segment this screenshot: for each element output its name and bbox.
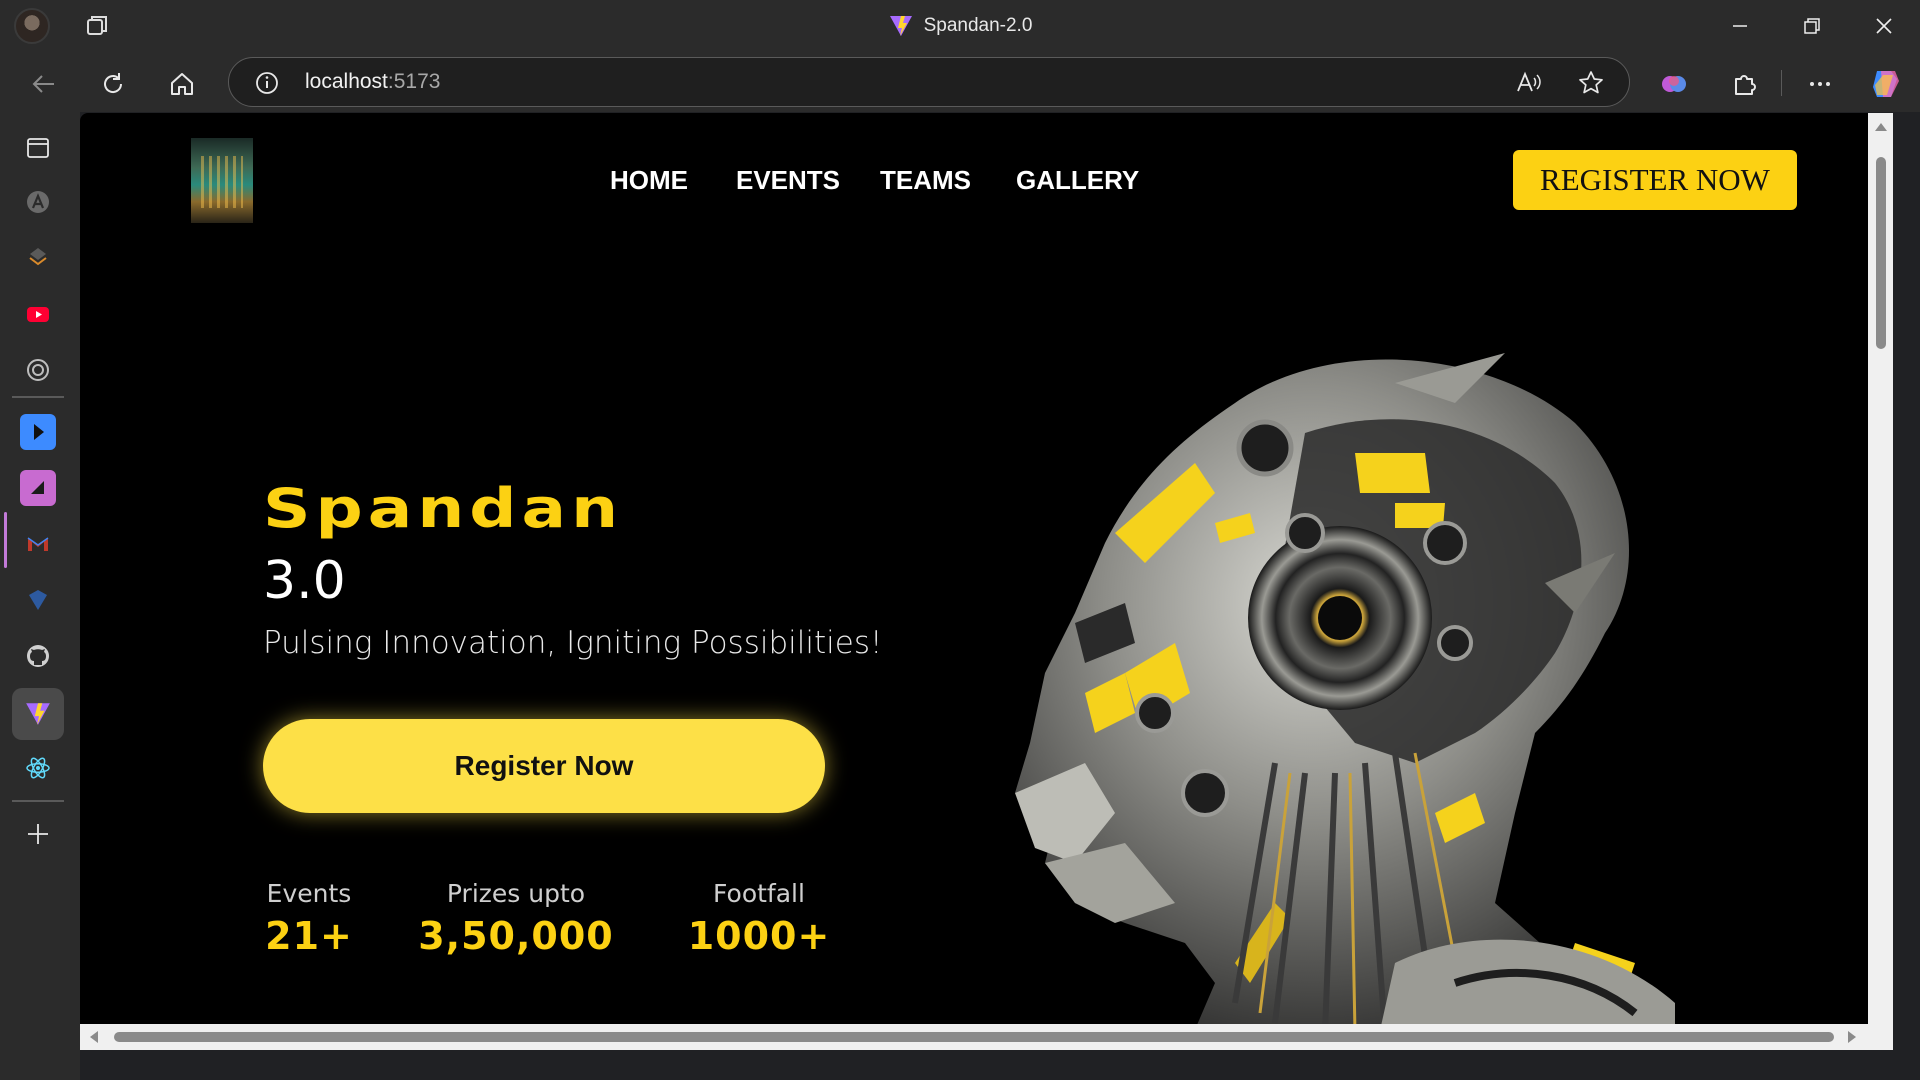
layers-app-icon [29,248,47,266]
site-info-icon[interactable] [254,70,280,96]
nav-home[interactable]: HOME [610,165,688,196]
more-dots-icon [1810,82,1830,86]
close-icon [1876,18,1892,34]
back-arrow-icon [32,75,54,93]
gmail-icon [27,537,49,551]
sidebar-tab-pink-app[interactable] [16,466,60,510]
close-button[interactable] [1848,0,1920,52]
sidebar-tab-react[interactable] [16,746,60,790]
react-icon [26,757,50,779]
sidebar-tab-a[interactable] [16,180,60,224]
url-host: localhost [305,70,388,93]
stat-prizes-label: Prizes upto [446,879,586,908]
register-now-hero-button[interactable]: Register Now [263,719,825,813]
stat-footfall-label: Footfall [713,879,805,908]
sidebar-tab-gmail[interactable] [16,522,60,566]
minimize-button[interactable] [1704,0,1776,52]
pink-app-icon [20,470,56,506]
restore-button[interactable] [1776,0,1848,52]
home-icon [171,73,193,95]
sidebar-tab-youtube[interactable] [16,292,60,336]
restore-icon [1804,18,1820,34]
refresh-button[interactable] [93,64,133,104]
minimize-icon [1733,25,1747,27]
window-title: Spandan-2.0 [0,0,1920,52]
window-title-text: Spandan-2.0 [923,15,1033,36]
sidebar-tab-blue-app[interactable] [16,578,60,622]
active-indicator [4,512,7,568]
back-button[interactable] [24,64,64,104]
tab-actions-button[interactable] [16,126,60,170]
sidebar-tab-player[interactable] [16,410,60,454]
url-port: :5173 [387,70,441,93]
hero-tagline: Pulsing Innovation, Igniting Possibiliti… [263,625,883,661]
stat-events-value: 21+ [265,914,353,958]
brain-icon [1662,76,1686,92]
sidebar-tab-vite-active[interactable] [12,688,64,740]
scroll-up-arrow-icon[interactable] [1875,123,1887,131]
stat-footfall-value: 1000+ [687,914,831,958]
scroll-right-arrow-icon[interactable] [1848,1031,1856,1043]
copilot-icon [1873,71,1899,97]
play-app-icon [20,414,56,450]
plus-icon [28,824,48,844]
site-logo[interactable] [191,138,253,223]
vertical-scrollbar[interactable] [1868,113,1893,1050]
sidebar-tab-layers[interactable] [16,236,60,280]
hero-title: Spandan [263,477,624,541]
nav-events[interactable]: EVENTS [736,165,840,196]
tab-panel-icon [27,138,49,158]
vite-favicon-icon [889,16,912,36]
nav-gallery[interactable]: GALLERY [1016,165,1139,196]
vertical-tabs-sidebar [0,112,80,1080]
url-text: localhost:5173 [305,70,440,94]
register-now-nav-button[interactable]: REGISTER NOW [1513,150,1797,210]
sidebar-separator-2 [12,800,64,802]
page-viewport: HOME EVENTS TEAMS GALLERY REGISTER NOW S… [80,113,1893,1050]
read-aloud-icon[interactable] [1514,69,1542,97]
sidebar-separator [12,396,64,398]
sidebar-tab-chatgpt[interactable] [16,348,60,392]
extensions-button[interactable] [1724,64,1764,104]
refresh-icon [104,73,123,93]
scroll-left-arrow-icon[interactable] [90,1031,98,1043]
stat-footfall: Footfall 1000+ [684,879,834,958]
vertical-scroll-thumb[interactable] [1876,157,1886,349]
puzzle-icon [1735,75,1756,95]
letter-a-app-icon [27,191,49,213]
chatgpt-icon [27,359,49,381]
robot-head-illustration [1015,353,1675,1050]
new-tab-button[interactable] [16,812,60,856]
stat-events-label: Events [266,879,352,908]
blue-shield-app-icon [29,590,47,610]
stat-prizes: Prizes upto 3,50,000 [414,879,618,958]
sidebar-tab-github[interactable] [16,634,60,678]
profile-avatar[interactable] [14,8,50,44]
stat-prizes-value: 3,50,000 [418,914,614,958]
toolbar-divider [1781,70,1782,96]
workspaces-icon[interactable] [84,12,112,40]
address-bar[interactable]: localhost:5173 [228,57,1630,107]
favorite-star-icon[interactable] [1577,69,1605,97]
horizontal-scroll-thumb[interactable] [114,1032,1834,1042]
nav-teams[interactable]: TEAMS [880,165,971,196]
copilot-button[interactable] [1866,64,1906,104]
vite-icon [26,703,50,725]
horizontal-scrollbar[interactable] [80,1024,1893,1050]
copilot-brain-button[interactable] [1654,64,1694,104]
more-menu-button[interactable] [1800,64,1840,104]
youtube-icon [27,307,49,322]
browser-title-bar: Spandan-2.0 [0,0,1920,52]
github-icon [27,645,49,667]
home-button[interactable] [162,64,202,104]
stat-events: Events 21+ [263,879,355,958]
hero-version: 3.0 [263,551,346,611]
